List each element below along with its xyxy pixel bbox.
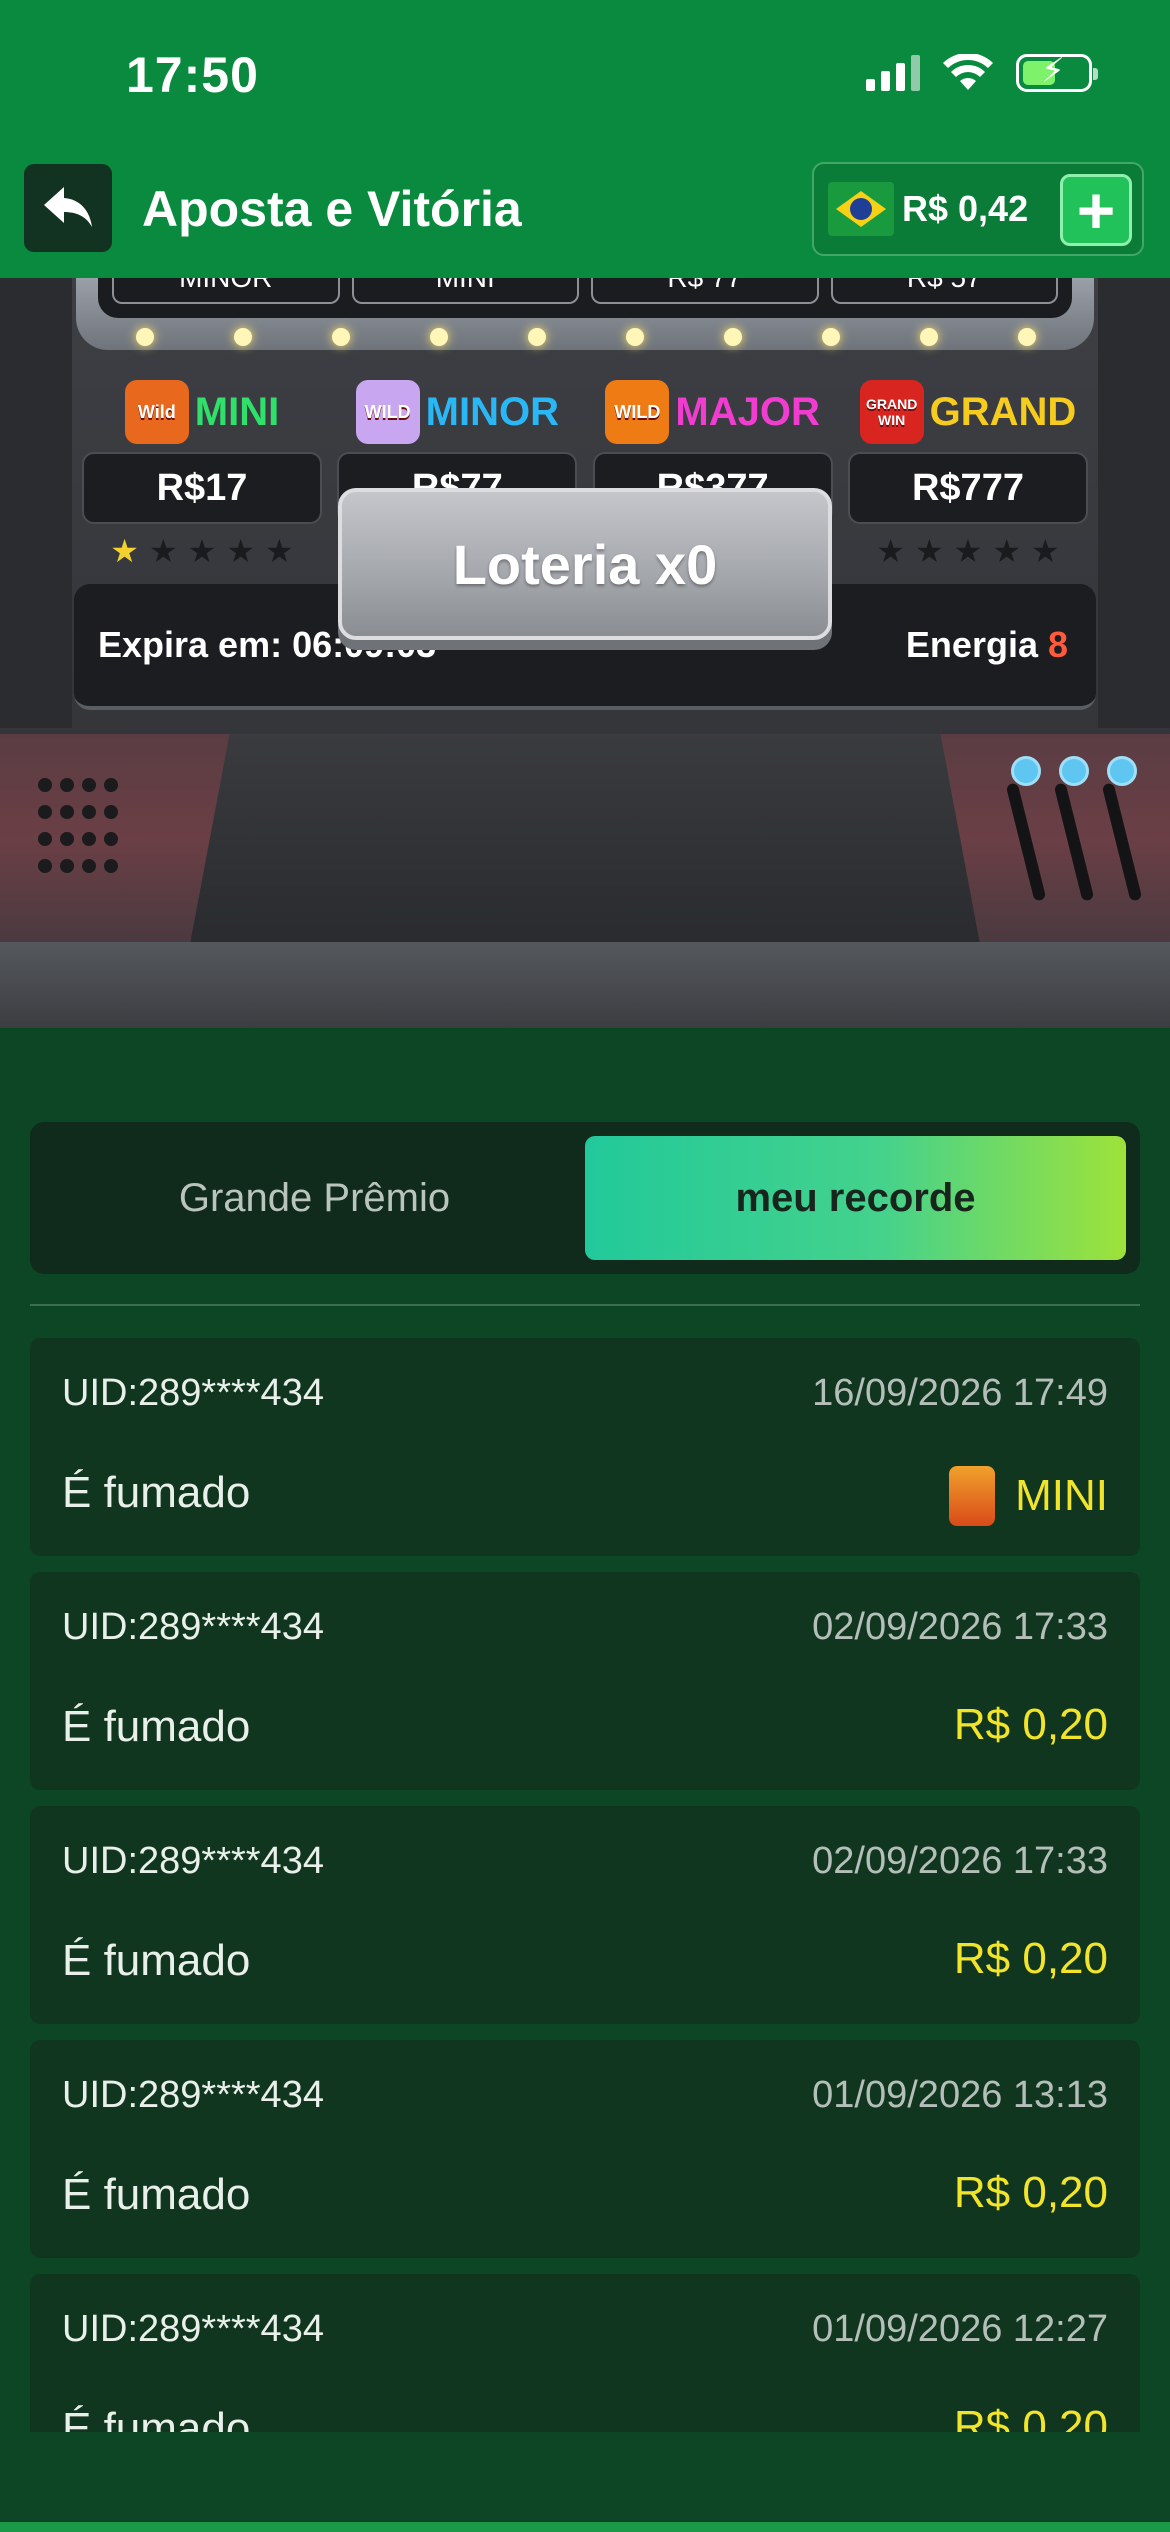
machine-console — [0, 734, 1170, 944]
reel-header: MINOR — [112, 278, 340, 304]
jackpot-value: R$17 — [82, 452, 322, 524]
record-prize: MINI — [949, 1466, 1108, 1526]
record-prize-value: R$ 0,20 — [953, 2402, 1108, 2432]
record-prize-value: R$ 0,20 — [953, 2168, 1108, 2217]
record-uid: UID:289****434 — [62, 2308, 324, 2350]
wild-rabbit-icon: WILD — [355, 380, 420, 444]
list-item: UID:289****434 02/09/2026 17:33 É fumado… — [30, 1572, 1140, 1790]
status-time: 17:50 — [126, 47, 259, 103]
jackpot-name: MINOR — [425, 389, 559, 434]
top-bar: 17:50 ⚡ Aposta e Vitória R$ 0,42 + — [0, 0, 1170, 278]
record-uid: UID:289****434 — [62, 1372, 324, 1414]
lottery-spin-button[interactable]: Loteria x0 — [338, 488, 832, 640]
record-date: 01/09/2026 13:13 — [812, 2074, 1108, 2116]
reel-header: MINI — [351, 278, 579, 304]
reel-header: R$ 57 — [830, 278, 1058, 304]
status-icons: ⚡ — [866, 52, 1098, 92]
energy-value: 8 — [1047, 624, 1068, 665]
wild-tiger-icon: WILD — [605, 380, 670, 444]
wild-dragon-icon: Wild — [124, 380, 189, 444]
wifi-icon — [943, 54, 993, 90]
record-uid: UID:289****434 — [62, 1840, 324, 1882]
speaker-grille — [38, 778, 128, 878]
bottom-edge — [0, 2522, 1170, 2532]
grand-win-icon: GRAND WIN — [859, 380, 924, 444]
record-date: 02/09/2026 17:33 — [812, 1606, 1108, 1648]
record-label: É fumado — [62, 1936, 251, 1985]
cellular-signal-icon — [866, 55, 920, 91]
balance-value: R$ 0,42 — [902, 188, 1029, 229]
tab-grand-prize[interactable]: Grande Prêmio — [44, 1136, 585, 1260]
list-item: UID:289****434 16/09/2026 17:49 É fumado… — [30, 1338, 1140, 1556]
tab-my-record[interactable]: meu recorde — [585, 1136, 1126, 1260]
divider — [30, 1304, 1140, 1306]
balance-widget[interactable]: R$ 0,42 + — [812, 162, 1144, 256]
marquee-lights — [136, 328, 1036, 346]
jackpot-name: MINI — [194, 389, 280, 434]
record-date: 01/09/2026 12:27 — [812, 2308, 1108, 2350]
record-label: É fumado — [62, 1468, 251, 1517]
record-prize-value: MINI — [1015, 1471, 1108, 1520]
record-label: É fumado — [62, 2170, 251, 2219]
record-prize-value: R$ 0,20 — [953, 1700, 1108, 1749]
page-title: Aposta e Vitória — [142, 181, 522, 237]
record-date: 02/09/2026 17:33 — [812, 1840, 1108, 1882]
jackpot-name: MAJOR — [675, 389, 820, 434]
list-item: UID:289****434 02/09/2026 17:33 É fumado… — [30, 1806, 1140, 2024]
record-uid: UID:289****434 — [62, 1606, 324, 1648]
machine-levers — [1005, 756, 1143, 902]
jackpot-name: GRAND — [929, 389, 1077, 434]
slot-machine: MINOR MINI R$ 77 R$ 57 Wild MINI R$17 ★★… — [0, 278, 1170, 1028]
back-arrow-icon — [44, 187, 92, 227]
record-date: 16/09/2026 17:49 — [812, 1372, 1108, 1414]
star-rating: ★★★★★ — [110, 533, 294, 569]
brazil-flag-icon — [828, 182, 894, 236]
jackpot-grand: GRAND WIN GRAND R$777 ★ ★ ★ ★ ★ — [847, 374, 1088, 570]
record-label: É fumado — [62, 1702, 251, 1751]
add-funds-button[interactable]: + — [1060, 174, 1132, 246]
jackpot-value: R$777 — [847, 452, 1088, 524]
energy-display: Energia 8 — [906, 624, 1068, 666]
record-prize-value: R$ 0,20 — [953, 1934, 1108, 1983]
jackpot-mini: Wild MINI R$17 ★ ★ ★ ★ ★ — [82, 374, 322, 570]
record-list: UID:289****434 16/09/2026 17:49 É fumado… — [30, 1338, 1140, 2432]
wild-mini-icon — [949, 1466, 996, 1526]
energy-label: Energia — [905, 624, 1038, 665]
back-button[interactable] — [24, 164, 112, 252]
list-item: UID:289****434 01/09/2026 13:13 É fumado… — [30, 2040, 1140, 2258]
list-item: UID:289****434 01/09/2026 12:27 É fumado… — [30, 2274, 1140, 2432]
record-label: É fumado — [62, 2404, 251, 2432]
reel-header: R$ 77 — [591, 278, 819, 304]
star-rating: ★★★★★ — [876, 533, 1060, 569]
record-uid: UID:289****434 — [62, 2074, 324, 2116]
tab-bar: Grande Prêmio meu recorde — [30, 1122, 1140, 1274]
battery-icon: ⚡ — [1016, 52, 1098, 92]
